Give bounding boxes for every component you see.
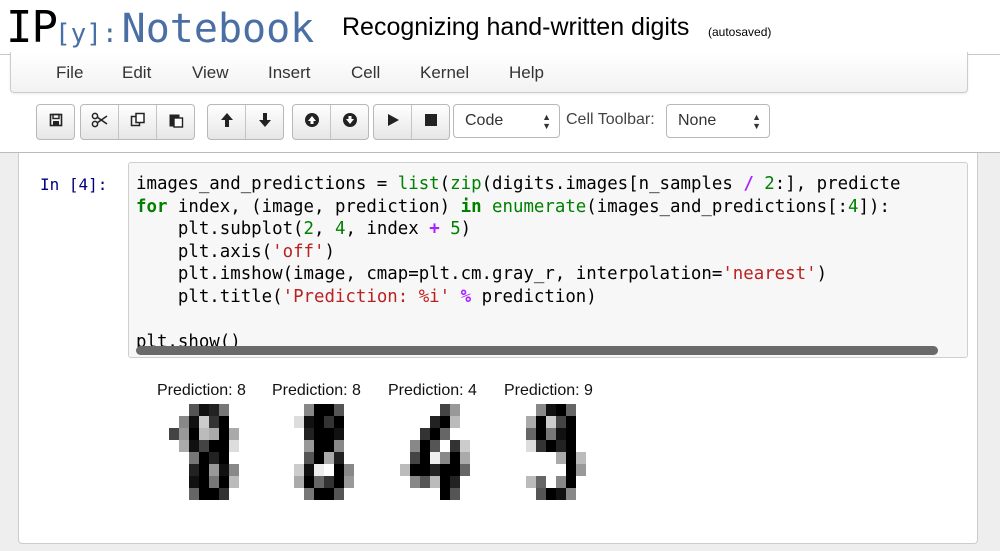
logo-ip-text: IP <box>6 2 58 53</box>
code-line: images_and_predictions = list(zip(digits… <box>136 174 900 194</box>
code-line: plt.axis('off') <box>136 242 335 262</box>
select-arrows-icon: ▲ ▼ <box>752 112 761 131</box>
cell-type-select[interactable]: Code ▲ ▼ <box>453 104 560 138</box>
code-line-text: plt.subplot(2, 4, index + 5) <box>136 219 472 240</box>
digit-plot: Prediction: 4 <box>388 380 498 505</box>
cut-icon <box>91 112 109 133</box>
stop-button[interactable] <box>412 105 449 139</box>
cell-type-value: Code <box>465 112 504 129</box>
digit-image <box>526 404 586 500</box>
autosave-status: (autosaved) <box>708 25 772 39</box>
menubar: File Edit View Insert Cell Kernel Help <box>10 52 968 93</box>
cell-toolbar-value: None <box>678 112 717 129</box>
cell-toolbar-label: Cell Toolbar: <box>566 111 655 128</box>
cut-button[interactable] <box>81 105 119 139</box>
logo-y-text: [y]: <box>54 19 118 49</box>
code-line-text: for index, (image, prediction) in enumer… <box>136 196 890 217</box>
notebook-header: IP [y]: Notebook Recognizing hand-writte… <box>0 0 1000 54</box>
digit-plot: Prediction: 8 <box>272 380 382 505</box>
cell-output: Prediction: 8 Prediction: 8 Prediction: … <box>157 380 617 510</box>
digit-plot: Prediction: 8 <box>157 380 267 505</box>
cell-toolbar-select[interactable]: None ▲ ▼ <box>666 104 770 138</box>
insert-above-button[interactable] <box>293 105 331 139</box>
move-down-icon <box>258 112 272 133</box>
ipython-logo[interactable]: IP [y]: Notebook <box>6 2 315 53</box>
code-cell-input[interactable]: images_and_predictions = list(zip(digits… <box>128 162 968 358</box>
menu-file[interactable]: File <box>56 63 83 83</box>
code-line: plt.imshow(image, cmap=plt.cm.gray_r, in… <box>136 264 827 284</box>
code-line: plt.subplot(2, 4, index + 5) <box>136 219 471 239</box>
copy-button[interactable] <box>119 105 157 139</box>
move-up-icon <box>220 112 234 133</box>
digit-title: Prediction: 8 <box>272 382 361 399</box>
input-prompt: In [4]: <box>40 175 108 194</box>
code-line: for index, (image, prediction) in enumer… <box>136 197 890 217</box>
copy-icon <box>130 112 146 133</box>
code-line-text: plt.axis('off') <box>136 241 335 262</box>
run-button[interactable] <box>374 105 412 139</box>
menu-edit[interactable]: Edit <box>122 63 151 83</box>
horizontal-scrollbar[interactable] <box>136 346 938 355</box>
menu-view[interactable]: View <box>192 63 229 83</box>
paste-icon <box>168 112 184 133</box>
notebook-title[interactable]: Recognizing hand-written digits <box>342 13 689 42</box>
menu-insert[interactable]: Insert <box>268 63 311 83</box>
select-arrows-icon: ▲ ▼ <box>542 112 551 131</box>
menu-help[interactable]: Help <box>509 63 544 83</box>
digit-plot: Prediction: 9 <box>504 380 614 505</box>
insert-below-button[interactable] <box>331 105 368 139</box>
code-line-text: plt.title('Prediction: %i' % prediction) <box>136 286 597 307</box>
run-icon <box>386 113 400 132</box>
digit-image <box>400 404 470 500</box>
code-line: plt.title('Prediction: %i' % prediction) <box>136 287 597 307</box>
logo-notebook-text: Notebook <box>121 6 315 52</box>
digit-image <box>294 404 354 500</box>
stop-icon <box>424 113 438 132</box>
digit-title: Prediction: 4 <box>388 382 477 399</box>
save-icon <box>49 113 63 132</box>
insert-above-icon <box>304 112 320 133</box>
run-group <box>373 104 450 140</box>
edit-group <box>80 104 195 140</box>
toolbar: Code ▲ ▼ Cell Toolbar: None ▲ ▼ <box>0 104 1000 142</box>
code-editor[interactable]: images_and_predictions = list(zip(digits… <box>136 173 900 354</box>
code-line-text: plt.imshow(image, cmap=plt.cm.gray_r, in… <box>136 264 828 285</box>
move-down-button[interactable] <box>246 105 283 139</box>
save-button[interactable] <box>37 105 74 139</box>
insert-below-icon <box>342 112 358 133</box>
save-group <box>36 104 75 140</box>
menu-cell[interactable]: Cell <box>351 63 380 83</box>
code-line-text: images_and_predictions = list(zip(digits… <box>136 174 901 194</box>
digit-title: Prediction: 9 <box>504 382 593 399</box>
menu-kernel[interactable]: Kernel <box>420 63 469 83</box>
move-up-button[interactable] <box>208 105 246 139</box>
digit-image <box>169 404 239 500</box>
move-group <box>207 104 284 140</box>
paste-button[interactable] <box>157 105 194 139</box>
insert-group <box>292 104 369 140</box>
digit-title: Prediction: 8 <box>157 382 246 399</box>
